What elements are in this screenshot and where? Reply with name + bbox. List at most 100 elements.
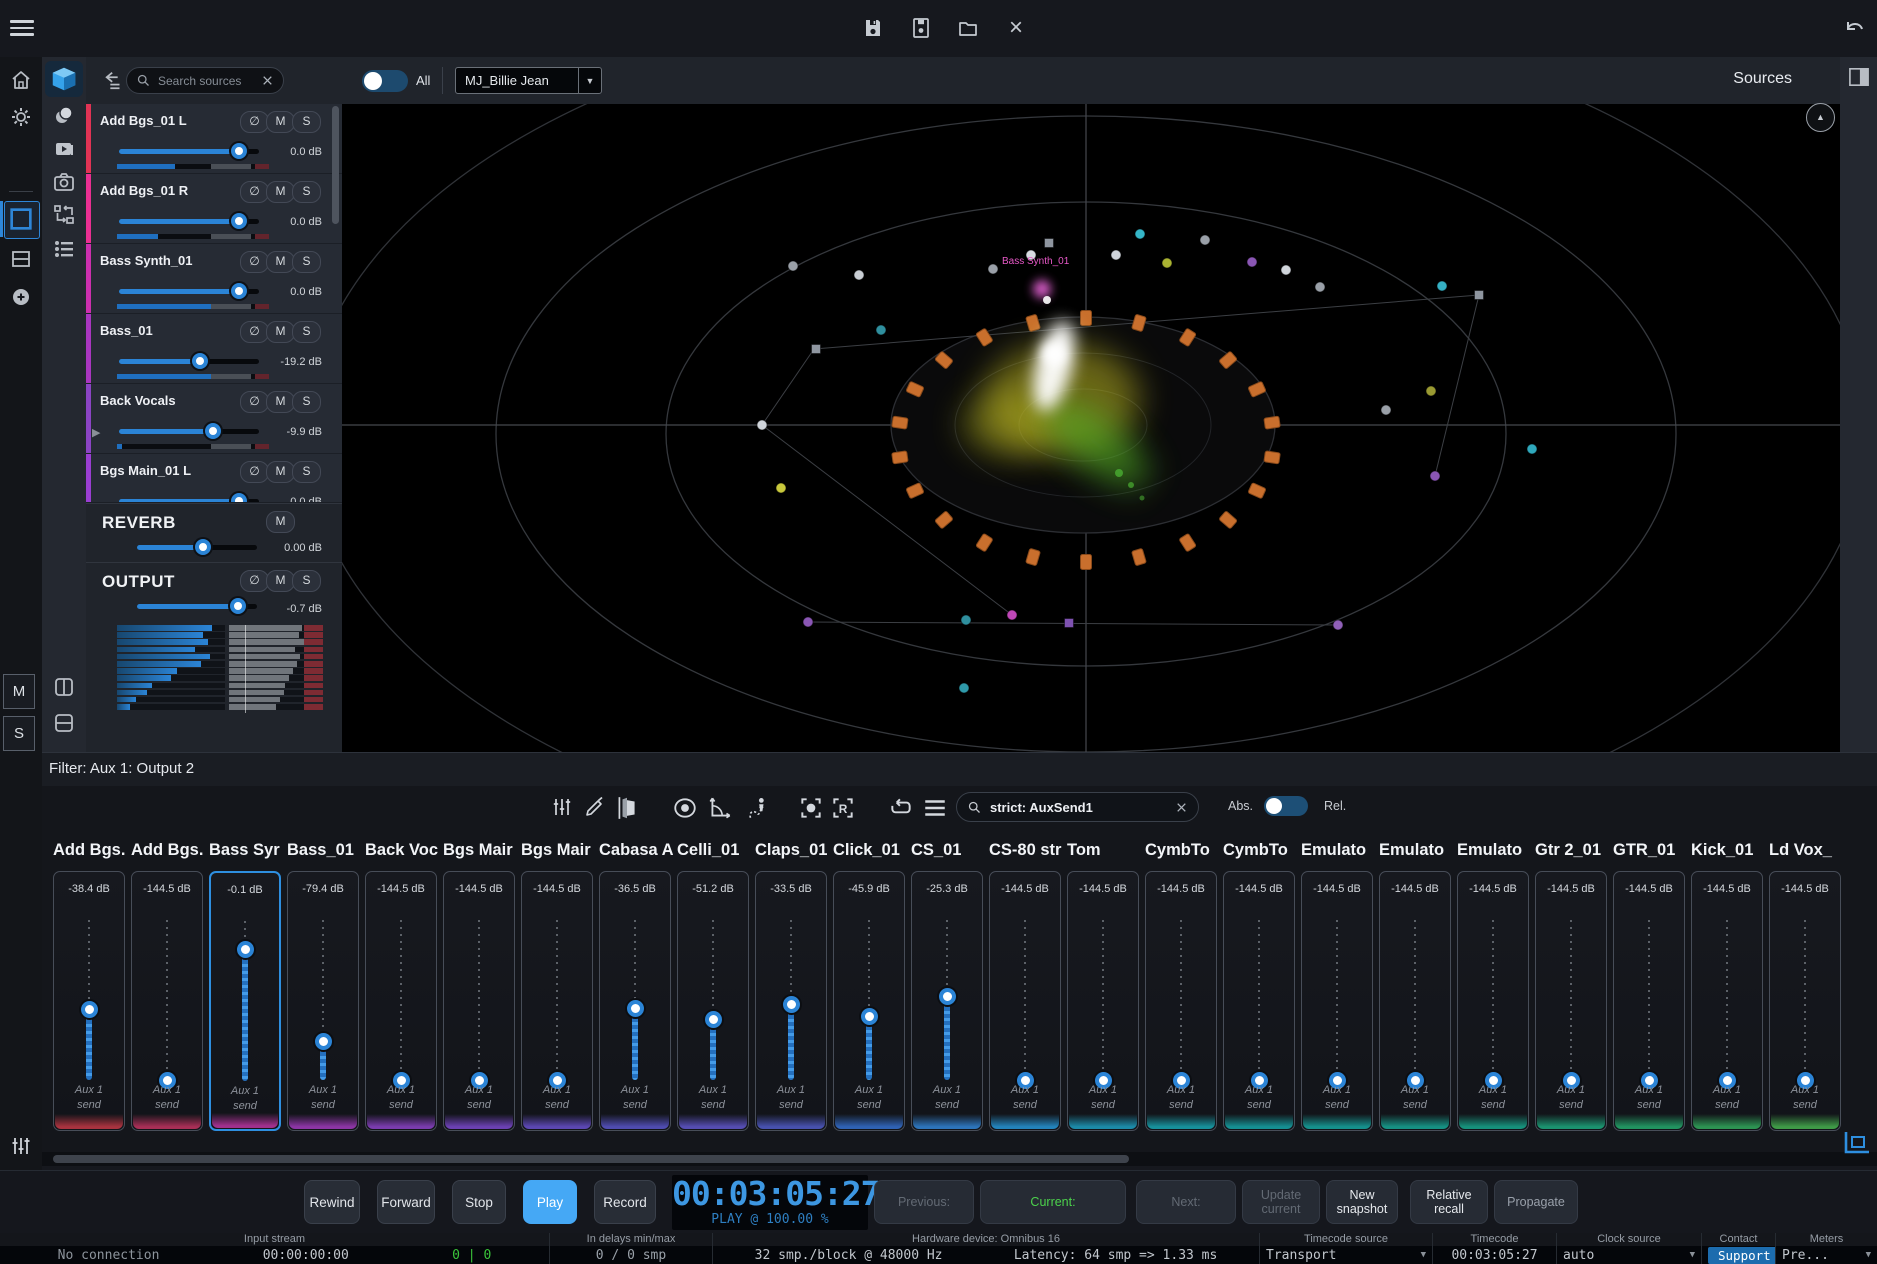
mute-button[interactable]: M (266, 111, 295, 133)
pen-tool-icon[interactable] (583, 795, 609, 821)
fader-handle[interactable] (705, 1011, 722, 1028)
channel-fader-box[interactable]: -144.5 dBAux 1send (989, 871, 1061, 1131)
send-channel-strip[interactable]: Emulato-144.5 dBAux 1send (1379, 841, 1453, 863)
source-object[interactable] (1007, 610, 1017, 620)
speaker-object[interactable] (892, 451, 908, 464)
single-pane-view-button[interactable] (4, 201, 40, 239)
source-object[interactable] (1111, 250, 1121, 260)
add-view-button[interactable] (9, 285, 33, 309)
send-channel-strip[interactable]: Click_01-45.9 dBAux 1send (833, 841, 907, 863)
volume-slider[interactable] (119, 424, 259, 438)
routing-tab-icon[interactable] (52, 203, 76, 227)
channel-fader-box[interactable]: -38.4 dBAux 1send (53, 871, 125, 1131)
toggle-right-panel-icon[interactable] (1848, 67, 1870, 87)
slider-handle[interactable] (205, 423, 221, 439)
phase-button[interactable]: ∅ (240, 391, 269, 413)
abs-rel-toggle[interactable] (1264, 796, 1308, 816)
channel-fader-box[interactable]: -144.5 dBAux 1send (1067, 871, 1139, 1131)
source-object[interactable] (1315, 282, 1325, 292)
channel-fader-box[interactable]: -25.3 dBAux 1send (911, 871, 983, 1131)
list-menu-tool-icon[interactable] (922, 795, 948, 821)
channel-fader-box[interactable]: -144.5 dBAux 1send (1535, 871, 1607, 1131)
reverb-slider[interactable] (137, 540, 257, 554)
send-channel-strip[interactable]: Gtr 2_01-144.5 dBAux 1send (1535, 841, 1609, 863)
send-channel-strip[interactable]: Bgs Mair-144.5 dBAux 1send (521, 841, 595, 863)
source-object[interactable] (1065, 619, 1074, 628)
send-channel-strip[interactable]: Emulato-144.5 dBAux 1send (1301, 841, 1375, 863)
source-object[interactable] (1281, 265, 1291, 275)
snapshot-propagate-button[interactable]: Propagate (1494, 1180, 1578, 1224)
collapse-panel-icon[interactable] (102, 69, 126, 91)
send-channel-strip[interactable]: Add Bgs.-38.4 dBAux 1send (53, 841, 127, 863)
speaker-object[interactable] (1081, 555, 1092, 570)
stop-button[interactable]: Stop (452, 1180, 506, 1224)
fader-handle[interactable] (237, 941, 254, 958)
solo-button[interactable]: S (292, 111, 321, 133)
undo-icon[interactable] (1843, 18, 1867, 42)
source-item[interactable]: Add Bgs_01 L∅MS0.0 dB (86, 104, 342, 174)
source-list-scrollbar[interactable] (332, 106, 339, 224)
clear-search-icon[interactable] (261, 74, 274, 87)
source-item[interactable]: Bass Synth_01∅MS0.0 dB (86, 244, 342, 314)
person-path-tool-icon[interactable] (744, 795, 770, 821)
send-channel-strip[interactable]: Claps_01-33.5 dBAux 1send (755, 841, 829, 863)
channel-fader-box[interactable]: -144.5 dBAux 1send (1769, 871, 1841, 1131)
sources-3d-tab[interactable] (45, 61, 83, 97)
speaker-object[interactable] (1179, 533, 1196, 552)
all-sources-toggle[interactable] (362, 70, 408, 92)
list-tab-icon[interactable] (52, 237, 76, 261)
send-channel-strip[interactable]: Kick_01-144.5 dBAux 1send (1691, 841, 1765, 863)
output-slider[interactable] (137, 599, 257, 613)
source-object[interactable] (959, 683, 969, 693)
mixer-icon[interactable] (9, 1134, 33, 1158)
source-object[interactable] (803, 617, 813, 627)
phase-button[interactable]: ∅ (240, 321, 269, 343)
angle-tool-icon[interactable] (707, 795, 733, 821)
faders-scrollbar-track[interactable] (42, 1152, 1877, 1166)
loop-tool-icon[interactable] (888, 795, 914, 821)
project-dropdown[interactable]: MJ_Billie Jean ▼ (455, 67, 602, 94)
slider-handle[interactable] (230, 598, 246, 614)
source-object[interactable] (1200, 235, 1210, 245)
channel-fader-box[interactable]: -45.9 dBAux 1send (833, 871, 905, 1131)
speaker-object[interactable] (1264, 451, 1280, 464)
soundstage-3d-view[interactable]: Bass Synth_01 (342, 104, 1840, 752)
source-object[interactable] (1135, 229, 1145, 239)
collapse-view-button[interactable]: ▲ (1806, 103, 1835, 132)
phase-button[interactable]: ∅ (240, 111, 269, 133)
send-channel-strip[interactable]: CymbTo-144.5 dBAux 1send (1223, 841, 1297, 863)
support-button[interactable]: Support (1708, 1247, 1775, 1264)
source-object[interactable] (961, 615, 971, 625)
split-pane-view-button[interactable] (9, 247, 33, 271)
faders-tool-icon[interactable] (550, 795, 576, 821)
snapshot-next-button[interactable]: Next: (1136, 1180, 1236, 1224)
source-item[interactable]: Add Bgs_01 R∅MS0.0 dB (86, 174, 342, 244)
send-channel-strip[interactable]: Bass Syr-0.1 dBAux 1send (209, 841, 283, 863)
source-object[interactable] (1381, 405, 1391, 415)
mute-button[interactable]: M (266, 391, 295, 413)
channel-fader-box[interactable]: -144.5 dBAux 1send (1145, 871, 1217, 1131)
volume-slider[interactable] (119, 354, 259, 368)
send-channel-strip[interactable]: GTR_01-144.5 dBAux 1send (1613, 841, 1687, 863)
channel-fader-box[interactable]: -51.2 dBAux 1send (677, 871, 749, 1131)
fader-handle[interactable] (861, 1008, 878, 1025)
channel-fader-box[interactable]: -144.5 dBAux 1send (443, 871, 515, 1131)
speaker-object[interactable] (1248, 483, 1266, 499)
mute-button[interactable]: M (266, 181, 295, 203)
channel-fader-box[interactable]: -33.5 dBAux 1send (755, 871, 827, 1131)
reverb-mute-button[interactable]: M (266, 511, 295, 533)
volume-slider[interactable] (119, 284, 259, 298)
send-channel-strip[interactable]: CS_01-25.3 dBAux 1send (911, 841, 985, 863)
fader-handle[interactable] (939, 988, 956, 1005)
source-object[interactable] (1430, 471, 1440, 481)
open-folder-icon[interactable] (956, 16, 980, 40)
slider-handle[interactable] (195, 539, 211, 555)
speaker-object[interactable] (935, 511, 954, 529)
source-object[interactable] (1247, 257, 1257, 267)
send-channel-strip[interactable]: Cabasa A-36.5 dBAux 1send (599, 841, 673, 863)
master-solo-button[interactable]: S (3, 716, 35, 751)
source-object[interactable] (1475, 291, 1484, 300)
source-object[interactable] (776, 483, 786, 493)
speaker-object[interactable] (976, 533, 993, 552)
solo-button[interactable]: S (292, 461, 321, 483)
